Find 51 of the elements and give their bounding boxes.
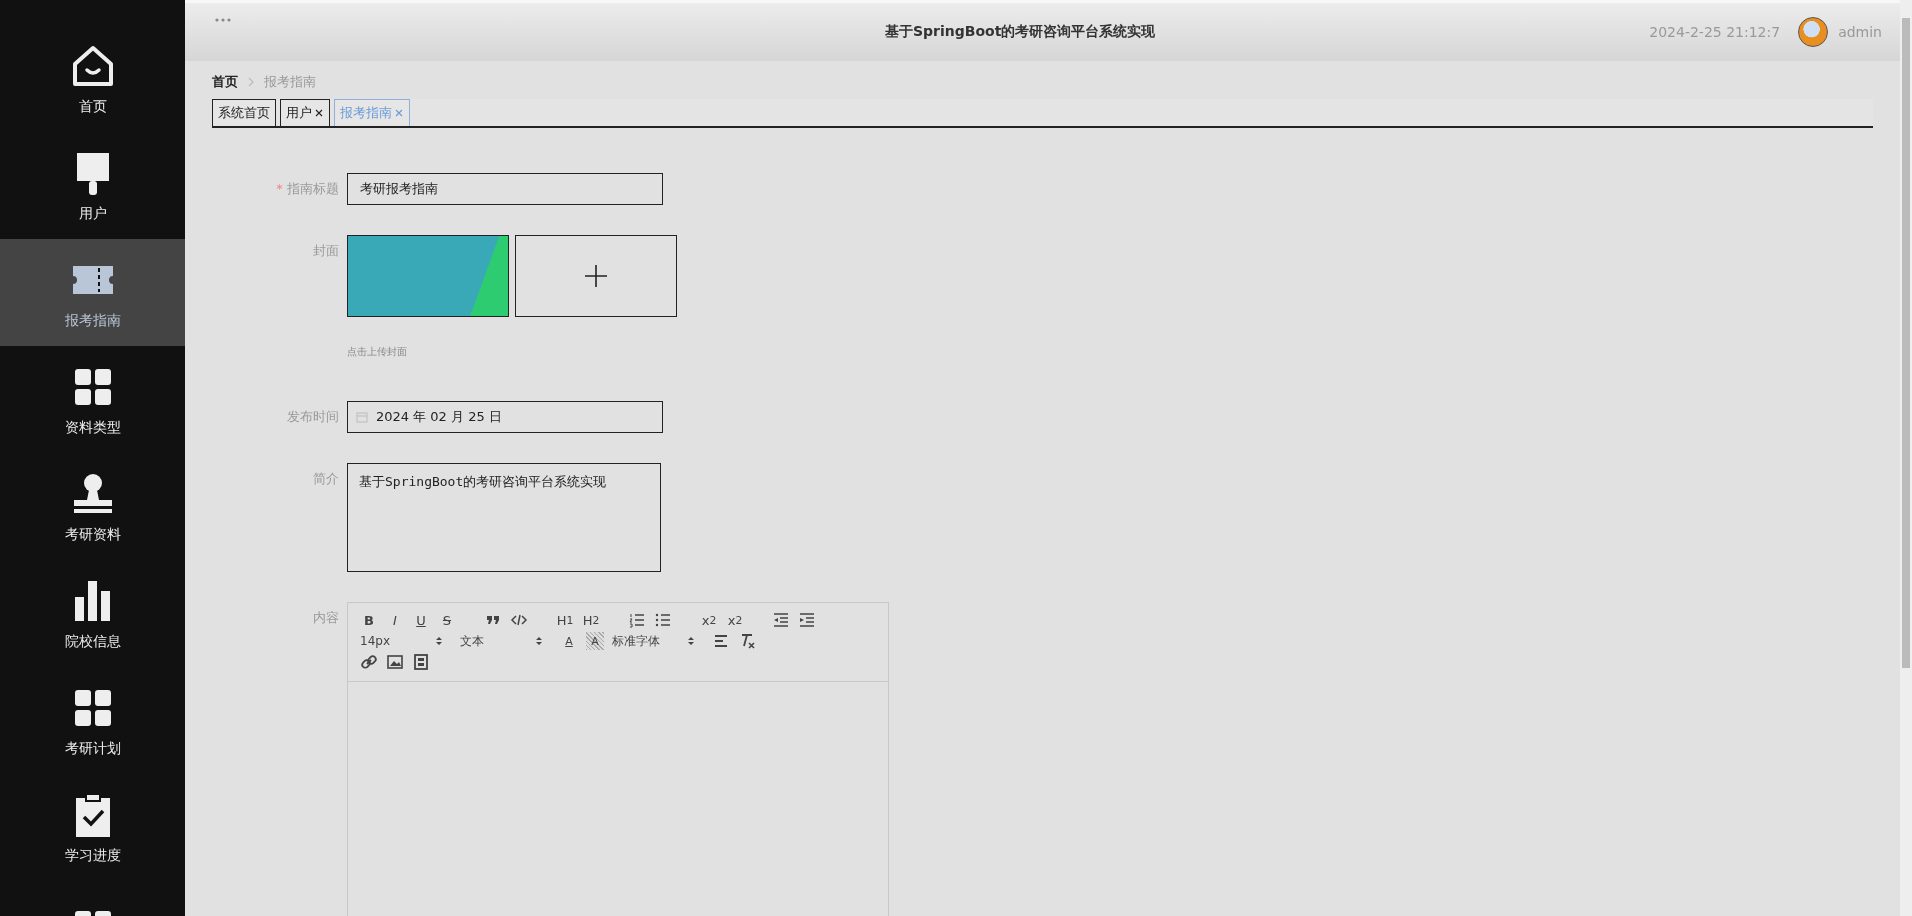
sort-icon	[688, 636, 694, 646]
more-icon[interactable]	[215, 17, 231, 22]
chevron-icon	[248, 77, 254, 87]
avatar[interactable]	[1798, 17, 1829, 47]
scrollbar[interactable]	[1900, 0, 1912, 916]
title-input[interactable]: 考研报考指南	[347, 173, 663, 205]
sidebar-item[interactable]: 学习进度	[0, 774, 185, 881]
align-icon[interactable]	[712, 632, 730, 650]
image-icon[interactable]	[386, 653, 404, 671]
breadcrumb-item[interactable]: 首页	[212, 73, 238, 91]
field-label: 封面	[312, 242, 339, 260]
datetime: 2024-2-25 21:12:7	[1649, 24, 1781, 40]
plus-icon	[584, 264, 608, 288]
format-dropdown[interactable]: 标准字体	[612, 632, 704, 650]
sidebar-item[interactable]: 首页	[0, 25, 185, 132]
outdent-icon[interactable]	[772, 611, 790, 629]
format-button[interactable]: S	[438, 611, 456, 629]
summary-textarea[interactable]: 基于SpringBoot的考研咨询平台系统实现	[347, 463, 661, 572]
sidebar-item[interactable]: 考研计划	[0, 667, 185, 774]
field-label: 内容	[312, 609, 339, 627]
format-button[interactable]: U	[412, 611, 430, 629]
sidebar-item[interactable]: 考研资料	[0, 453, 185, 560]
calendar-icon	[356, 411, 368, 423]
date-input[interactable]: 2024 年 02 月 25 日	[347, 401, 663, 433]
format-button[interactable]: A	[586, 632, 604, 650]
indent-icon[interactable]	[798, 611, 816, 629]
format-button[interactable]: B	[360, 611, 378, 629]
tab[interactable]: 系统首页	[212, 99, 276, 126]
link-icon[interactable]	[360, 653, 378, 671]
ordered-icon[interactable]	[628, 611, 646, 629]
breadcrumb-item: 报考指南	[264, 73, 316, 91]
video-icon[interactable]	[412, 653, 430, 671]
sort-icon	[536, 636, 542, 646]
format-button[interactable]: I	[386, 611, 404, 629]
field-label: 简介	[312, 470, 339, 488]
format-button[interactable]: A	[560, 632, 578, 650]
field-label: 发布时间	[286, 408, 339, 426]
bullet-icon[interactable]	[654, 611, 672, 629]
sidebar-item[interactable]: 资料类型	[0, 346, 185, 453]
format-dropdown[interactable]: 文本	[460, 632, 552, 650]
app-title: 基于SpringBoot的考研咨询平台系统实现	[883, 23, 1157, 41]
sidebar-item[interactable]: 院校信息	[0, 560, 185, 667]
sort-icon	[436, 636, 442, 646]
close-icon[interactable]	[314, 108, 324, 118]
upload-hint: 点击上传封面	[347, 345, 408, 359]
field-label: * 指南标题	[275, 180, 339, 198]
sidebar-item[interactable]: 报考指南	[0, 239, 185, 346]
tab[interactable]: 用户	[280, 99, 330, 126]
format-dropdown[interactable]: 14px	[360, 634, 452, 648]
sidebar-item[interactable]: 用户	[0, 132, 185, 239]
upload-button[interactable]	[515, 235, 677, 317]
